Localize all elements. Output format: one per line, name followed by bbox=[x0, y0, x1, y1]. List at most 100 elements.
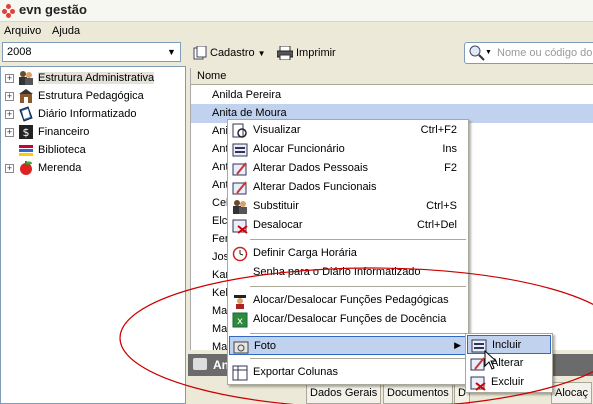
deallocate-icon bbox=[232, 219, 248, 234]
chevron-down-icon[interactable]: ▼ bbox=[163, 43, 180, 61]
cadastro-label: Cadastro bbox=[210, 47, 255, 59]
menu-item-desalocar[interactable]: Desalocar Ctrl+Del bbox=[229, 216, 467, 235]
tab-documentos[interactable]: Documentos bbox=[383, 382, 453, 404]
cadastro-icon bbox=[193, 46, 207, 60]
tree-item-estrutura-administrativa[interactable]: + Estrutura Administrativa bbox=[5, 69, 155, 87]
substitute-people-icon bbox=[233, 200, 247, 214]
delete-photo-icon bbox=[470, 376, 486, 391]
chevron-down-icon: ▼ bbox=[485, 49, 492, 56]
menu-item-label: Senha para o Diário Informatizado bbox=[253, 266, 421, 278]
allocate-employee-icon bbox=[232, 143, 248, 157]
menu-item-alocar-funcionario[interactable]: Alocar Funcionário Ins bbox=[229, 140, 467, 159]
row-name: Anilda Pereira bbox=[212, 89, 282, 101]
menu-item-label: Definir Carga Horária bbox=[253, 247, 357, 259]
tree-item-merenda[interactable]: + Merenda bbox=[5, 159, 81, 177]
menu-item-definir-carga-horaria[interactable]: Definir Carga Horária bbox=[229, 244, 467, 263]
menu-item-label: Alocar Funcionário bbox=[253, 143, 345, 155]
tree-item-biblioteca[interactable]: Biblioteca bbox=[5, 141, 86, 159]
menu-item-visualizar[interactable]: Visualizar Ctrl+F2 bbox=[229, 121, 467, 140]
menu-item-shortcut: F2 bbox=[444, 162, 457, 174]
edit-functional-icon bbox=[232, 181, 247, 195]
menu-item-label: Alocar/Desalocar Funções de Docência bbox=[253, 313, 447, 325]
expand-icon[interactable]: + bbox=[5, 91, 14, 101]
menu-item-senha-diario[interactable]: Senha para o Diário Informatizado bbox=[229, 263, 467, 282]
menu-ajuda[interactable]: Ajuda bbox=[52, 25, 80, 37]
menu-item-alterar-dados-pessoais[interactable]: Alterar Dados Pessoais F2 bbox=[229, 159, 467, 178]
search-input[interactable]: ▼ Nome ou código do f bbox=[464, 42, 593, 64]
menu-item-exportar-colunas[interactable]: Exportar Colunas bbox=[229, 363, 467, 382]
dollar-icon: $ bbox=[19, 125, 33, 139]
menu-item-foto[interactable]: Foto ▶ bbox=[229, 336, 467, 355]
menu-item-substituir[interactable]: Substituir Ctrl+S bbox=[229, 197, 467, 216]
cadastro-button[interactable]: Cadastro ▼ bbox=[193, 44, 266, 62]
year-select-value: 2008 bbox=[7, 46, 32, 58]
teacher-icon bbox=[234, 295, 246, 309]
expand-icon[interactable]: + bbox=[5, 73, 14, 83]
menu-item-label: Desalocar bbox=[253, 219, 303, 231]
table-row[interactable]: Anilda Pereira bbox=[191, 86, 593, 105]
foto-submenu: Incluir Alterar Excluir bbox=[465, 333, 553, 393]
clock-icon bbox=[232, 246, 248, 262]
app-logo-icon bbox=[2, 4, 16, 18]
apple-icon bbox=[20, 161, 32, 175]
library-books-icon bbox=[19, 145, 33, 156]
menu-item-shortcut: Ctrl+F2 bbox=[420, 124, 457, 136]
menu-arquivo[interactable]: Arquivo bbox=[4, 25, 41, 37]
menu-item-label: Alterar Dados Funcionais bbox=[253, 181, 377, 193]
context-menu: Visualizar Ctrl+F2 Alocar Funcionário In… bbox=[227, 119, 469, 385]
submenu-arrow-icon: ▶ bbox=[454, 340, 461, 350]
edit-personal-icon bbox=[232, 162, 247, 176]
tree-item-label: Financeiro bbox=[38, 126, 90, 138]
view-document-icon bbox=[232, 123, 247, 138]
imprimir-label: Imprimir bbox=[296, 47, 336, 59]
grid-header[interactable]: Nome bbox=[191, 68, 593, 85]
menu-separator bbox=[250, 239, 466, 240]
menu-separator bbox=[250, 286, 466, 287]
menu-item-label: Alterar Dados Pessoais bbox=[253, 162, 368, 174]
title-bar: evn gestão bbox=[0, 0, 593, 22]
tree-item-label: Merenda bbox=[38, 162, 82, 174]
expand-icon[interactable]: + bbox=[5, 127, 14, 137]
export-columns-icon bbox=[232, 365, 248, 381]
mouse-cursor-icon bbox=[484, 350, 498, 370]
menu-item-shortcut: Ins bbox=[442, 143, 457, 155]
menu-item-label: Exportar Colunas bbox=[253, 366, 338, 378]
submenu-item-excluir[interactable]: Excluir bbox=[467, 373, 551, 392]
tree-item-financeiro[interactable]: + $ Financeiro bbox=[5, 123, 89, 141]
menu-item-shortcut: Ctrl+Del bbox=[416, 219, 457, 231]
menu-item-label: Substituir bbox=[253, 200, 299, 212]
tab-alocacao[interactable]: Alocaç bbox=[551, 382, 593, 404]
year-select[interactable]: 2008 ▼ bbox=[2, 42, 181, 62]
tree-item-label: Biblioteca bbox=[38, 144, 86, 156]
people-icon bbox=[19, 71, 33, 85]
printer-icon bbox=[277, 46, 293, 60]
school-icon bbox=[19, 89, 33, 103]
search-icon bbox=[469, 45, 485, 61]
menu-separator bbox=[250, 333, 466, 334]
chevron-down-icon: ▼ bbox=[257, 48, 266, 58]
menu-item-funcoes-docencia[interactable]: x Alocar/Desalocar Funções de Docência bbox=[229, 310, 467, 329]
submenu-item-label: Excluir bbox=[491, 376, 525, 388]
svg-text:x: x bbox=[237, 316, 243, 327]
submenu-item-incluir[interactable]: Incluir bbox=[467, 335, 551, 354]
column-header-nome: Nome bbox=[197, 70, 227, 82]
tree-item-estrutura-pedagogica[interactable]: + Estrutura Pedagógica bbox=[5, 87, 144, 105]
submenu-item-alterar[interactable]: Alterar bbox=[467, 354, 551, 373]
menu-item-funcoes-pedagogicas[interactable]: Alocar/Desalocar Funções Pedagógicas bbox=[229, 291, 467, 310]
menu-item-shortcut: Ctrl+S bbox=[426, 200, 457, 212]
app-title: evn gestão bbox=[19, 2, 87, 17]
tab-dados-gerais[interactable]: Dados Gerais bbox=[306, 382, 382, 404]
menu-item-label: Foto bbox=[254, 340, 277, 352]
navigation-tree: + Estrutura Administrativa + Estrutura P… bbox=[0, 66, 186, 404]
search-placeholder: Nome ou código do f bbox=[497, 47, 593, 59]
imprimir-button[interactable]: Imprimir bbox=[277, 44, 336, 62]
menu-bar: Arquivo Ajuda bbox=[0, 22, 593, 40]
expand-icon[interactable]: + bbox=[5, 163, 14, 173]
tree-item-label: Estrutura Pedagógica bbox=[38, 90, 144, 102]
expand-icon[interactable]: + bbox=[5, 109, 14, 119]
menu-item-label: Visualizar bbox=[253, 124, 301, 136]
menu-item-alterar-dados-funcionais[interactable]: Alterar Dados Funcionais bbox=[229, 178, 467, 197]
spreadsheet-icon: x bbox=[232, 312, 248, 328]
camera-icon bbox=[193, 358, 207, 370]
tree-item-diario-informatizado[interactable]: + Diário Informatizado bbox=[5, 105, 136, 123]
